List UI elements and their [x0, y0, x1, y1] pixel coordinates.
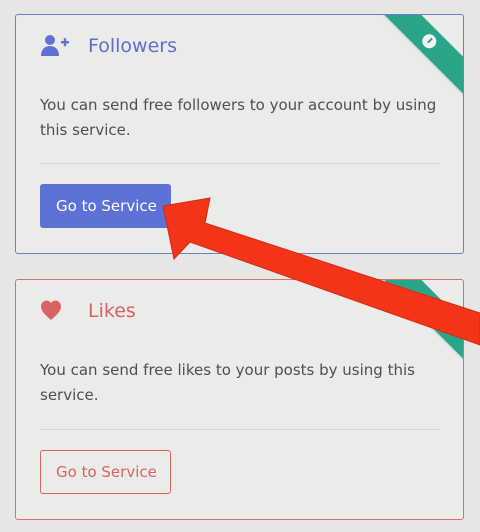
likes-card-description: You can send free likes to your posts by… — [40, 361, 415, 404]
followers-card-header: Followers — [40, 33, 177, 59]
likes-card-divider — [40, 429, 440, 430]
likes-ribbon — [367, 280, 463, 370]
clock-icon — [419, 31, 440, 52]
likes-card-title: Likes — [88, 300, 136, 322]
clock-icon — [419, 296, 440, 317]
likes-go-to-service-button[interactable]: Go to Service — [40, 450, 171, 494]
user-plus-icon — [40, 33, 70, 59]
likes-card: Likes You can send free likes to your po… — [15, 279, 464, 520]
followers-card-description: You can send free followers to your acco… — [40, 96, 437, 139]
heart-icon — [40, 298, 70, 324]
followers-card: Followers You can send free followers to… — [15, 14, 464, 254]
followers-card-divider — [40, 163, 440, 164]
followers-card-title: Followers — [88, 35, 177, 57]
followers-go-to-service-button[interactable]: Go to Service — [40, 184, 171, 228]
page: Followers You can send free followers to… — [0, 0, 480, 532]
likes-card-header: Likes — [40, 298, 136, 324]
followers-ribbon — [367, 15, 463, 105]
